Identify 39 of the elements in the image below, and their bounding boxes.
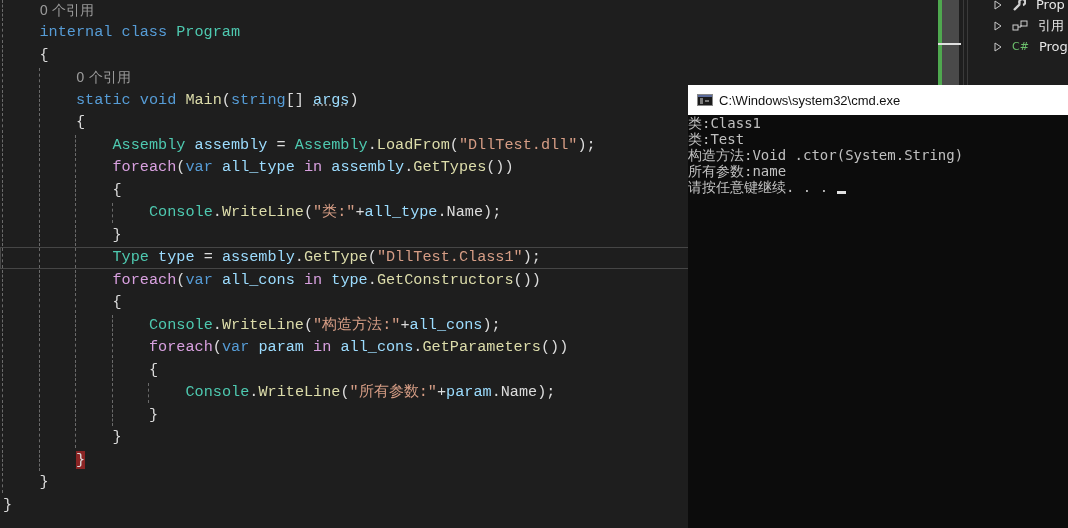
code-line: } [111,224,122,246]
tree-item[interactable]: Prog [1038,39,1068,54]
tree-item[interactable]: Prop [1036,0,1065,12]
code-line: foreach(var all_type in assembly.GetTypes()) [111,157,514,179]
code-line: Type type = assembly.GetType("DllTest.Class1"); [111,247,541,269]
code-line: { [111,292,122,314]
code-line: { [111,179,122,201]
code-line: } [111,427,122,449]
wrench-icon [1012,0,1026,12]
console-output: 类:Test [688,131,745,147]
references-icon [1012,18,1028,33]
code-line: Console.WriteLine("所有参数:"+param.Name); [184,382,556,404]
code-line: Console.WriteLine("构造方法:"+all_cons); [148,314,501,336]
code-line: } [2,494,13,516]
code-line: foreach(var param in all_cons.GetParameters()) [148,337,569,359]
code-line: } [38,472,49,494]
console-output: 所有参数:name [688,163,787,179]
console-icon [697,94,713,106]
code-line: internal class Program [38,22,241,44]
code-line: { [75,112,86,134]
expand-icon[interactable] [994,0,1002,10]
expand-icon[interactable] [994,41,1002,52]
reference-count: 0 个引用 [38,0,95,20]
window-title: C:\Windows\system32\cmd.exe [719,92,901,108]
code-line: Console.WriteLine("类:"+all_type.Name); [148,202,502,224]
console-output: 请按任意键继续. . . [688,179,830,195]
code-line: { [148,359,159,381]
reference-count: 0 个引用 [75,68,131,88]
code-line: Assembly assembly = Assembly.LoadFrom("DllTest.dll"); [111,134,596,156]
csharp-file-icon: C# [1012,40,1029,53]
expand-icon[interactable] [994,20,1002,31]
code-line: { [38,44,49,66]
code-line: foreach(var all_cons in type.GetConstructors()) [111,269,541,291]
tree-item[interactable]: 引用 [1038,16,1064,35]
console-output: 类:Class1 [688,115,761,131]
text-cursor [836,191,846,194]
code-line: static void Main(string[] args) [75,89,359,111]
code-line: } [148,404,159,426]
console-output: 构造方法:Void .ctor(System.String) [688,147,964,163]
